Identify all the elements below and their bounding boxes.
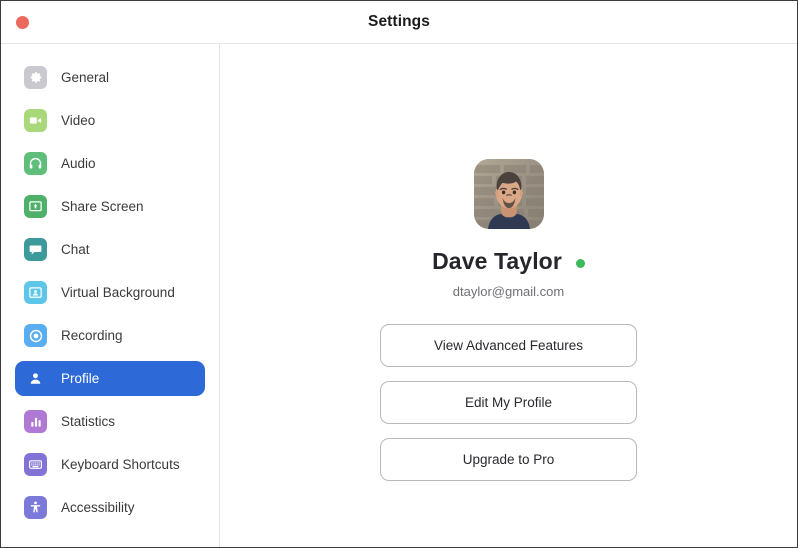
settings-window: Settings General Video Audio Share Scree…	[0, 0, 798, 548]
sidebar-item-label: Statistics	[61, 414, 116, 429]
sidebar-item-general[interactable]: General	[15, 60, 205, 95]
sidebar-item-audio[interactable]: Audio	[15, 146, 205, 181]
share-screen-icon	[24, 195, 47, 218]
sidebar-item-keyboard-shortcuts[interactable]: Keyboard Shortcuts	[15, 447, 205, 482]
edit-my-profile-button[interactable]: Edit My Profile	[380, 381, 637, 424]
sidebar-item-label: Audio	[61, 156, 96, 171]
sidebar-item-video[interactable]: Video	[15, 103, 205, 138]
profile-panel: Dave Taylor dtaylor@gmail.com View Advan…	[220, 44, 797, 547]
sidebar-item-label: Share Screen	[61, 199, 144, 214]
avatar	[473, 159, 544, 229]
view-advanced-features-button[interactable]: View Advanced Features	[380, 324, 637, 367]
sidebar-item-accessibility[interactable]: Accessibility	[15, 490, 205, 525]
sidebar-item-chat[interactable]: Chat	[15, 232, 205, 267]
sidebar-item-share-screen[interactable]: Share Screen	[15, 189, 205, 224]
window-body: General Video Audio Share Screen Chat Vi…	[1, 44, 797, 547]
sidebar-item-label: Profile	[61, 371, 100, 386]
profile-name: Dave Taylor	[432, 248, 562, 274]
keyboard-icon	[24, 453, 47, 476]
record-circle-icon	[24, 324, 47, 347]
upgrade-to-pro-button[interactable]: Upgrade to Pro	[380, 438, 637, 481]
sidebar-item-statistics[interactable]: Statistics	[15, 404, 205, 439]
accessibility-icon	[24, 496, 47, 519]
sidebar-item-virtual-background[interactable]: Virtual Background	[15, 275, 205, 310]
status-badge	[575, 258, 585, 268]
close-button[interactable]	[16, 16, 29, 29]
sidebar-item-label: Recording	[61, 328, 123, 343]
sidebar-item-label: Keyboard Shortcuts	[61, 457, 180, 472]
sidebar-item-label: General	[61, 70, 110, 85]
sidebar-item-label: Accessibility	[61, 500, 135, 515]
settings-sidebar: General Video Audio Share Screen Chat Vi…	[1, 44, 220, 547]
profile-actions: View Advanced Features Edit My Profile U…	[380, 324, 637, 481]
bar-chart-icon	[24, 410, 47, 433]
sidebar-item-label: Chat	[61, 242, 90, 257]
chat-bubble-icon	[24, 238, 47, 261]
profile-name-row: Dave Taylor	[432, 248, 585, 275]
video-camera-icon	[24, 109, 47, 132]
sidebar-item-recording[interactable]: Recording	[15, 318, 205, 353]
virtual-background-icon	[24, 281, 47, 304]
window-title: Settings	[368, 13, 430, 30]
sidebar-item-label: Video	[61, 113, 96, 128]
sidebar-item-profile[interactable]: Profile	[15, 361, 205, 396]
gear-icon	[24, 66, 47, 89]
sidebar-item-label: Virtual Background	[61, 285, 175, 300]
profile-email: dtaylor@gmail.com	[452, 284, 565, 299]
headphones-icon	[24, 152, 47, 175]
title-bar: Settings	[1, 1, 797, 44]
person-icon	[24, 367, 47, 390]
